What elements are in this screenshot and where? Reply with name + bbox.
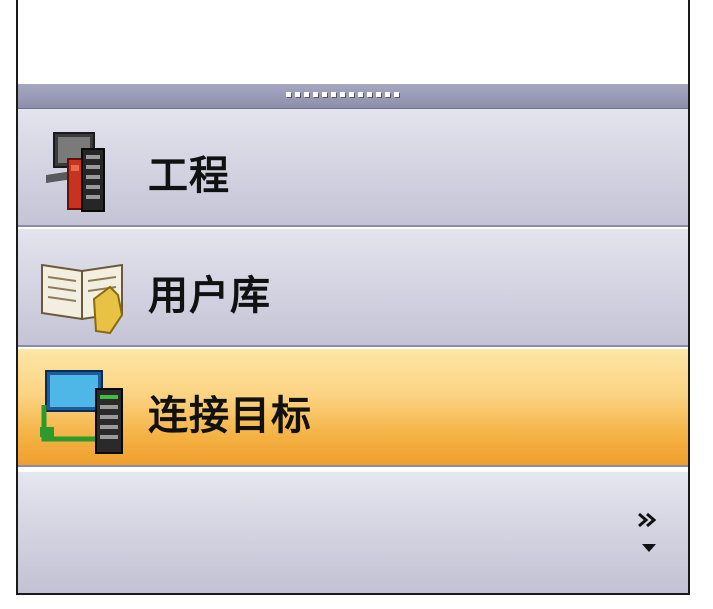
- chevron-overflow-icon[interactable]: [636, 510, 662, 558]
- nav-item-label: 连接目标: [148, 393, 312, 439]
- connect-target-icon: [40, 370, 123, 454]
- pane-content-area: [18, 0, 688, 84]
- nav-item-user-library[interactable]: 用户库: [18, 229, 688, 347]
- nav-item-project[interactable]: 工程: [18, 109, 688, 227]
- nav-item-connect-target[interactable]: 连接目标: [18, 349, 688, 467]
- navigation-pane: 工程 用户库 连接目标: [16, 0, 690, 595]
- nav-item-label: 工程: [148, 153, 230, 199]
- project-icon: [46, 132, 105, 212]
- user-library-icon: [41, 263, 124, 335]
- pane-splitter[interactable]: [18, 84, 688, 109]
- nav-item-label: 用户库: [148, 273, 271, 319]
- splitter-grip-icon[interactable]: [286, 92, 399, 97]
- pane-footer: [18, 472, 688, 593]
